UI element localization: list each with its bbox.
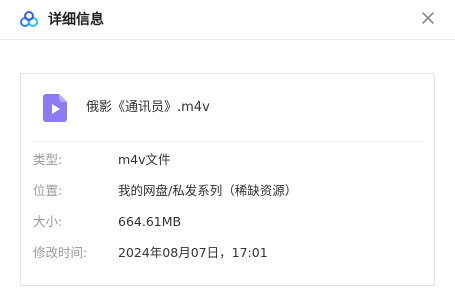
detail-value: 2024年08月07日，17:01 — [118, 245, 268, 260]
detail-value: m4v文件 — [118, 152, 171, 167]
file-name: 俄影《通讯员》.m4v — [86, 100, 210, 115]
detail-row-size: 大小: 664.61MB — [33, 212, 422, 232]
detail-value: 我的网盘/私发系列（稀缺资源） — [118, 183, 298, 198]
detail-label: 位置: — [33, 183, 63, 198]
video-file-icon — [43, 94, 67, 122]
dialog-titlebar: 详细信息 — [0, 0, 455, 40]
dialog-title: 详细信息 — [48, 12, 104, 28]
detail-row-type: 类型: m4v文件 — [33, 150, 422, 170]
detail-label: 大小: — [33, 214, 63, 229]
divider — [33, 141, 422, 142]
detail-label: 类型: — [33, 152, 63, 167]
baidu-netdisk-cloud-icon — [20, 11, 38, 27]
file-details-card: 俄影《通讯员》.m4v 类型: m4v文件 位置: 我的网盘/私发系列（稀缺资源… — [20, 73, 435, 286]
detail-row-modified: 修改时间: 2024年08月07日，17:01 — [33, 243, 422, 263]
detail-label: 修改时间: — [33, 245, 88, 260]
close-icon[interactable] — [421, 11, 435, 25]
detail-row-location: 位置: 我的网盘/私发系列（稀缺资源） — [33, 181, 422, 201]
detail-value: 664.61MB — [118, 214, 182, 229]
